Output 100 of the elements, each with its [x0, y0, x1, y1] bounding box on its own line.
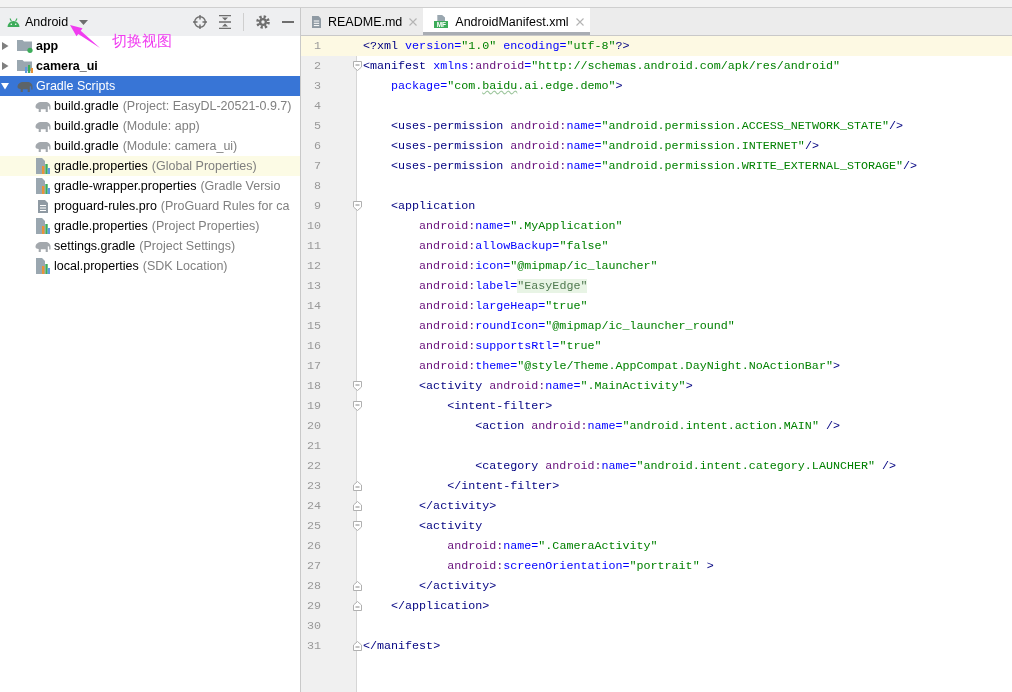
line-number: 3 — [314, 79, 321, 93]
code-line: <activity — [419, 519, 483, 533]
tree-item[interactable]: gradle.properties (Project Properties) — [35, 216, 260, 236]
fold-icon[interactable] — [352, 601, 362, 611]
line-number: 1 — [314, 39, 321, 53]
elephant-icon — [35, 240, 51, 252]
line-number: 13 — [306, 279, 321, 293]
close-icon[interactable] — [575, 17, 584, 26]
code-line: android:icon="@mipmap/ic_launcher" — [419, 259, 658, 273]
line-number: 6 — [314, 139, 321, 153]
android-icon — [7, 17, 20, 27]
line-number: 29 — [306, 599, 321, 613]
fold-icon[interactable] — [352, 481, 362, 491]
code-line: android:name=".MyApplication" — [419, 219, 623, 233]
line-number: 14 — [306, 299, 321, 313]
tree-item[interactable]: proguard-rules.pro (ProGuard Rules for ca — [35, 196, 290, 216]
tree-arrow-icon[interactable] — [1, 62, 9, 70]
line-number: 18 — [306, 379, 321, 393]
chart-file-icon — [36, 158, 50, 174]
line-number: 31 — [306, 639, 321, 653]
fold-icon[interactable] — [352, 201, 362, 211]
elephant-icon — [35, 120, 51, 132]
line-number: 11 — [306, 239, 321, 253]
code-line: android:roundIcon="@mipmap/ic_launcher_round" — [419, 319, 735, 333]
chart-file-icon — [36, 178, 50, 194]
chart-file-icon — [36, 218, 50, 234]
collapse-icon[interactable] — [219, 15, 231, 29]
code-line: package="com.baidu.ai.edge.demo"> — [391, 79, 623, 93]
close-icon[interactable] — [409, 17, 418, 26]
fold-icon[interactable] — [352, 61, 362, 71]
code-line: android:screenOrientation="portrait" > — [447, 559, 714, 573]
code-line: </application> — [391, 599, 490, 613]
tree-item[interactable]: app — [0, 36, 59, 56]
tree-item[interactable]: build.gradle (Project: EasyDL-20521-0.9.7) — [35, 96, 292, 116]
editor-tab[interactable]: README.md — [301, 8, 424, 35]
crosshair-icon[interactable] — [193, 15, 207, 29]
line-number: 20 — [306, 419, 321, 433]
line-number: 22 — [306, 459, 321, 473]
fold-icon[interactable] — [352, 641, 362, 651]
tree-item[interactable]: Gradle Scripts — [0, 76, 116, 96]
annotation-arrow — [70, 25, 100, 48]
line-number: 19 — [306, 399, 321, 413]
line-number: 8 — [314, 179, 321, 193]
line-number: 2 — [314, 59, 321, 73]
chart-file-icon — [36, 258, 50, 274]
code-line: <uses-permission android:name="android.permission.ACCESS_NETWORK_STATE"/> — [391, 119, 904, 133]
line-number: 26 — [306, 539, 321, 553]
tree-item[interactable]: local.properties (SDK Location) — [35, 256, 228, 276]
code-line: android:largeHeap="true" — [419, 299, 588, 313]
code-line: android:allowBackup="false" — [419, 239, 609, 253]
elephant-icon — [35, 140, 51, 152]
folder-icon — [17, 39, 33, 53]
fold-icon[interactable] — [352, 581, 362, 591]
line-number: 9 — [314, 199, 321, 213]
code-line: </manifest> — [363, 639, 441, 653]
tree-item[interactable]: settings.gradle (Project Settings) — [35, 236, 236, 256]
view-dropdown[interactable]: Android — [7, 12, 89, 32]
code-line: <uses-permission android:name="android.permission.INTERNET"/> — [391, 139, 819, 153]
fold-icon[interactable] — [352, 381, 362, 391]
elephant-icon — [17, 80, 33, 92]
code-line: <action android:name="android.intent.action.MAIN" /> — [475, 419, 840, 433]
line-number: 12 — [306, 259, 321, 273]
tree-item[interactable]: build.gradle (Module: app) — [35, 116, 200, 136]
code-line: android:supportsRtl="true" — [419, 339, 602, 353]
line-number: 27 — [306, 559, 321, 573]
text-file-icon — [38, 199, 48, 213]
text-file-icon — [312, 15, 321, 28]
line-number: 17 — [306, 359, 321, 373]
line-number: 30 — [306, 619, 321, 633]
code-line: </intent-filter> — [447, 479, 560, 493]
line-number: 10 — [306, 219, 321, 233]
line-number: 25 — [306, 519, 321, 533]
fold-icon[interactable] — [352, 521, 362, 531]
code-line: android:theme="@style/Theme.AppCompat.DayNight.NoActionBar"> — [419, 359, 840, 373]
tree-item[interactable]: gradle-wrapper.properties (Gradle Versio — [35, 176, 281, 196]
line-number: 5 — [314, 119, 321, 133]
line-number: 4 — [314, 99, 321, 113]
code-line: <category android:name="android.intent.category.LAUNCHER" /> — [475, 459, 897, 473]
fold-icon[interactable] — [352, 501, 362, 511]
line-number: 24 — [306, 499, 321, 513]
code-line: android:name=".CameraActivity" — [447, 539, 658, 553]
code-line: android:label="EasyEdge" — [419, 279, 588, 293]
code-line: <intent-filter> — [447, 399, 553, 413]
line-number: 7 — [314, 159, 321, 173]
folder-chart-icon — [17, 59, 33, 73]
code-line: <activity android:name=".MainActivity"> — [419, 379, 693, 393]
tree-item[interactable]: build.gradle (Module: camera_ui) — [35, 136, 238, 156]
line-number: 21 — [306, 439, 321, 453]
line-number: 15 — [306, 319, 321, 333]
tree-item[interactable]: camera_ui — [0, 56, 98, 76]
line-number: 28 — [306, 579, 321, 593]
tree-arrow-icon[interactable] — [1, 82, 9, 90]
elephant-icon — [35, 100, 51, 112]
tree-arrow-icon[interactable] — [1, 42, 9, 50]
settings-icon[interactable] — [256, 15, 270, 29]
code-line: <application — [391, 199, 476, 213]
line-number: 23 — [306, 479, 321, 493]
fold-icon[interactable] — [352, 401, 362, 411]
tree-item[interactable]: gradle.properties (Global Properties) — [35, 156, 257, 176]
annotation-label: 切换视图 — [112, 32, 172, 51]
